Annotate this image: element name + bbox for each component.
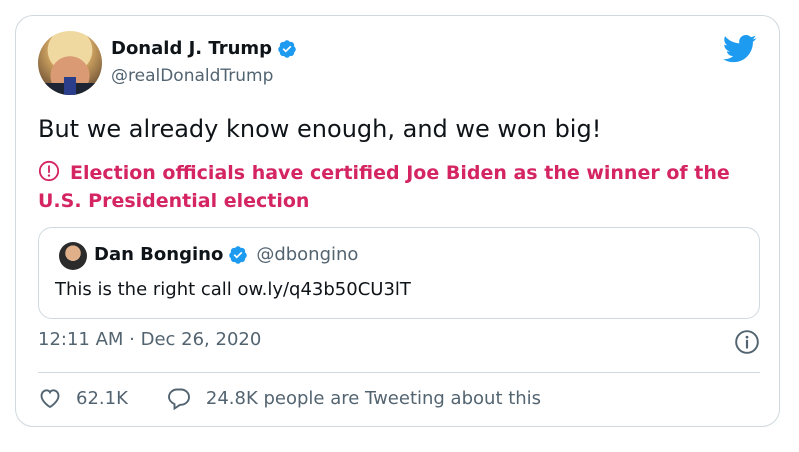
reply-bubble-icon[interactable]	[166, 386, 192, 410]
verified-badge-icon	[278, 39, 296, 58]
author-name-row: Donald J. Trump	[111, 38, 297, 59]
quoted-author-avatar	[59, 242, 87, 270]
verified-badge-icon	[229, 245, 248, 264]
tweeting-count[interactable]: 24.8K people are Tweeting about this	[206, 388, 541, 409]
warning-icon	[38, 160, 60, 182]
divider	[38, 372, 760, 373]
quoted-name-row: Dan Bongino @dbongino	[94, 244, 358, 265]
like-count[interactable]: 62.1K	[76, 388, 128, 409]
author-handle[interactable]: @realDonaldTrump	[111, 66, 273, 86]
tweet-card[interactable]: Donald J. Trump @realDonaldTrump But we …	[15, 15, 780, 427]
quoted-tweet[interactable]: Dan Bongino @dbongino This is the right …	[38, 227, 760, 319]
tweet-timestamp[interactable]: 12:11 AM · Dec 26, 2020	[38, 329, 261, 350]
quoted-author-name: Dan Bongino	[94, 244, 224, 265]
engagement-bar: 62.1K 24.8K people are Tweeting about th…	[38, 386, 541, 410]
author-name[interactable]: Donald J. Trump	[111, 38, 272, 59]
warning-text: Election officials have certified Joe Bi…	[38, 162, 730, 212]
twitter-bird-icon[interactable]	[723, 34, 757, 64]
info-icon[interactable]	[734, 329, 760, 355]
avatar-tie	[64, 77, 76, 95]
election-warning-label[interactable]: Election officials have certified Joe Bi…	[38, 159, 768, 215]
quoted-author-handle: @dbongino	[256, 244, 359, 265]
tweet-text: But we already know enough, and we won b…	[38, 115, 602, 143]
heart-icon[interactable]	[38, 387, 62, 409]
quoted-tweet-text: This is the right call ow.ly/q43b50CU3lT	[55, 279, 411, 300]
author-avatar[interactable]	[38, 31, 102, 95]
